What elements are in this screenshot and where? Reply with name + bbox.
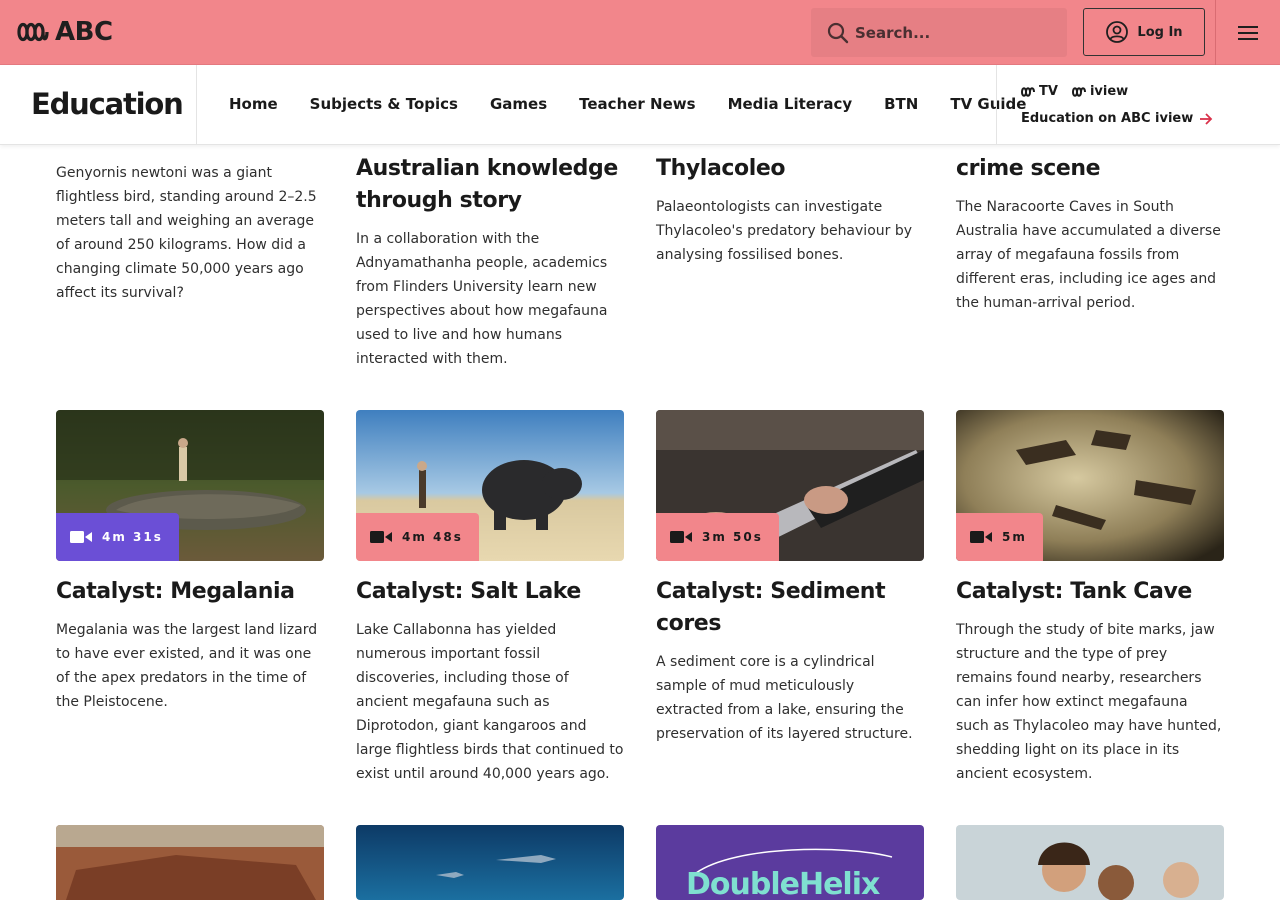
video-camera-icon <box>70 531 92 543</box>
nav-divider <box>196 65 197 145</box>
video-thumbnail-salt-lake[interactable]: 4m 48s <box>356 410 624 561</box>
card-title-line: crime scene <box>956 156 1101 181</box>
abc-tv-logo-icon <box>1021 86 1035 97</box>
abc-iview-logo-text: iview <box>1089 84 1129 99</box>
double-helix-banner: DoubleHelix <box>656 825 924 900</box>
nav-link-games[interactable]: Games <box>490 95 547 113</box>
video-duration: 5m <box>1002 530 1027 544</box>
card-title: Catalyst: Tank Cave <box>956 579 1192 604</box>
sharks-image <box>356 825 624 900</box>
video-thumbnail-tank-cave[interactable]: 5m <box>956 410 1224 561</box>
card-title-line: Thylacoleo <box>656 156 786 181</box>
video-duration-badge: 5m <box>956 513 1043 561</box>
nav-link-subjects-topics[interactable]: Subjects & Topics <box>310 95 458 113</box>
card-title-line: through story <box>356 188 522 213</box>
abc-logo-text: ABC <box>55 17 113 47</box>
video-duration: 4m 31s <box>102 530 163 544</box>
search-box[interactable] <box>811 8 1067 57</box>
content-card[interactable]: Catalyst: Sediment cores A sediment core… <box>656 576 924 746</box>
card-title: Catalyst: Megalania <box>56 579 295 604</box>
video-duration-badge: 3m 50s <box>656 513 779 561</box>
education-title[interactable]: Education <box>31 87 184 121</box>
abc-tv-logo-text: TV <box>1039 84 1058 99</box>
abc-top-bar: ABC Log In <box>0 0 1280 65</box>
card-title: Catalyst: Salt Lake <box>356 579 581 604</box>
card-description: Genyornis newtoni was a giant flightless… <box>56 165 317 301</box>
content-card[interactable]: Catalyst: Megalania Megalania was the la… <box>56 576 324 714</box>
card-description: The Naracoorte Caves in South Australia … <box>956 199 1221 311</box>
nav-link-tv-guide[interactable]: TV Guide <box>950 95 1026 113</box>
video-thumbnail-megalania[interactable]: 4m 31s <box>56 410 324 561</box>
video-camera-icon <box>970 531 992 543</box>
video-duration: 3m 50s <box>702 530 763 544</box>
content-card[interactable]: crime scene The Naracoorte Caves in Sout… <box>956 121 1224 315</box>
menu-divider <box>1215 0 1216 65</box>
nav-link-home[interactable]: Home <box>229 95 278 113</box>
video-duration-badge: 4m 48s <box>356 513 479 561</box>
search-icon <box>827 22 849 43</box>
content-card[interactable]: Catalyst: Salt Lake Lake Callabonna has … <box>356 576 624 786</box>
video-thumbnail-sediment-cores[interactable]: 3m 50s <box>656 410 924 561</box>
nav-link-btn[interactable]: BTN <box>884 95 918 113</box>
login-button[interactable]: Log In <box>1083 8 1205 56</box>
rocks-image <box>56 825 324 900</box>
hamburger-icon <box>1238 26 1258 40</box>
login-label: Log In <box>1137 24 1183 40</box>
video-duration: 4m 48s <box>402 530 463 544</box>
search-input[interactable] <box>855 23 1045 42</box>
education-nav-links: Home Subjects & Topics Games Teacher New… <box>229 95 1058 113</box>
video-camera-icon <box>370 531 392 543</box>
thumbnail-double-helix[interactable]: DoubleHelix <box>656 825 924 900</box>
video-duration-badge: 4m 31s <box>56 513 179 561</box>
abc-tv-iview-logos: TV iview <box>1021 84 1128 99</box>
abc-logo[interactable]: ABC <box>17 17 113 47</box>
thumbnail-rocks[interactable] <box>56 825 324 900</box>
thumbnail-children[interactable] <box>956 825 1224 900</box>
arrow-right-icon <box>1200 112 1213 125</box>
card-description: In a collaboration with the Adnyamathanh… <box>356 231 608 367</box>
nav-divider <box>996 65 997 145</box>
education-nav-bar: Education Home Subjects & Topics Games T… <box>0 65 1280 145</box>
hamburger-menu-button[interactable] <box>1232 20 1264 46</box>
card-description: A sediment core is a cylindrical sample … <box>656 654 913 742</box>
card-title: Catalyst: Sediment cores <box>656 579 886 636</box>
card-description: Lake Callabonna has yielded numerous imp… <box>356 622 624 782</box>
iview-link-label: Education on ABC iview <box>1021 111 1194 126</box>
content-card[interactable]: Australian knowledge through story In a … <box>356 121 624 371</box>
video-camera-icon <box>670 531 692 543</box>
abc-iview-logo-icon <box>1071 86 1086 97</box>
nav-link-teacher-news[interactable]: Teacher News <box>579 95 695 113</box>
user-icon <box>1106 21 1129 43</box>
double-helix-logo-text: DoubleHelix <box>686 867 880 900</box>
content-card[interactable]: Catalyst: Tank Cave Through the study of… <box>956 576 1224 786</box>
nav-link-media-literacy[interactable]: Media Literacy <box>728 95 853 113</box>
thumbnail-sharks[interactable] <box>356 825 624 900</box>
content-card[interactable]: Genyornis newtoni was a giant flightless… <box>56 120 324 305</box>
children-image <box>956 825 1224 900</box>
abc-lissajous-icon <box>17 22 49 42</box>
education-on-iview-link[interactable]: Education on ABC iview <box>1021 111 1213 126</box>
card-description: Megalania was the largest land lizard to… <box>56 622 318 710</box>
card-description: Through the study of bite marks, jaw str… <box>956 622 1222 782</box>
card-title-line: Australian knowledge <box>356 156 618 181</box>
card-description: Palaeontologists can investigate Thylaco… <box>656 199 913 263</box>
